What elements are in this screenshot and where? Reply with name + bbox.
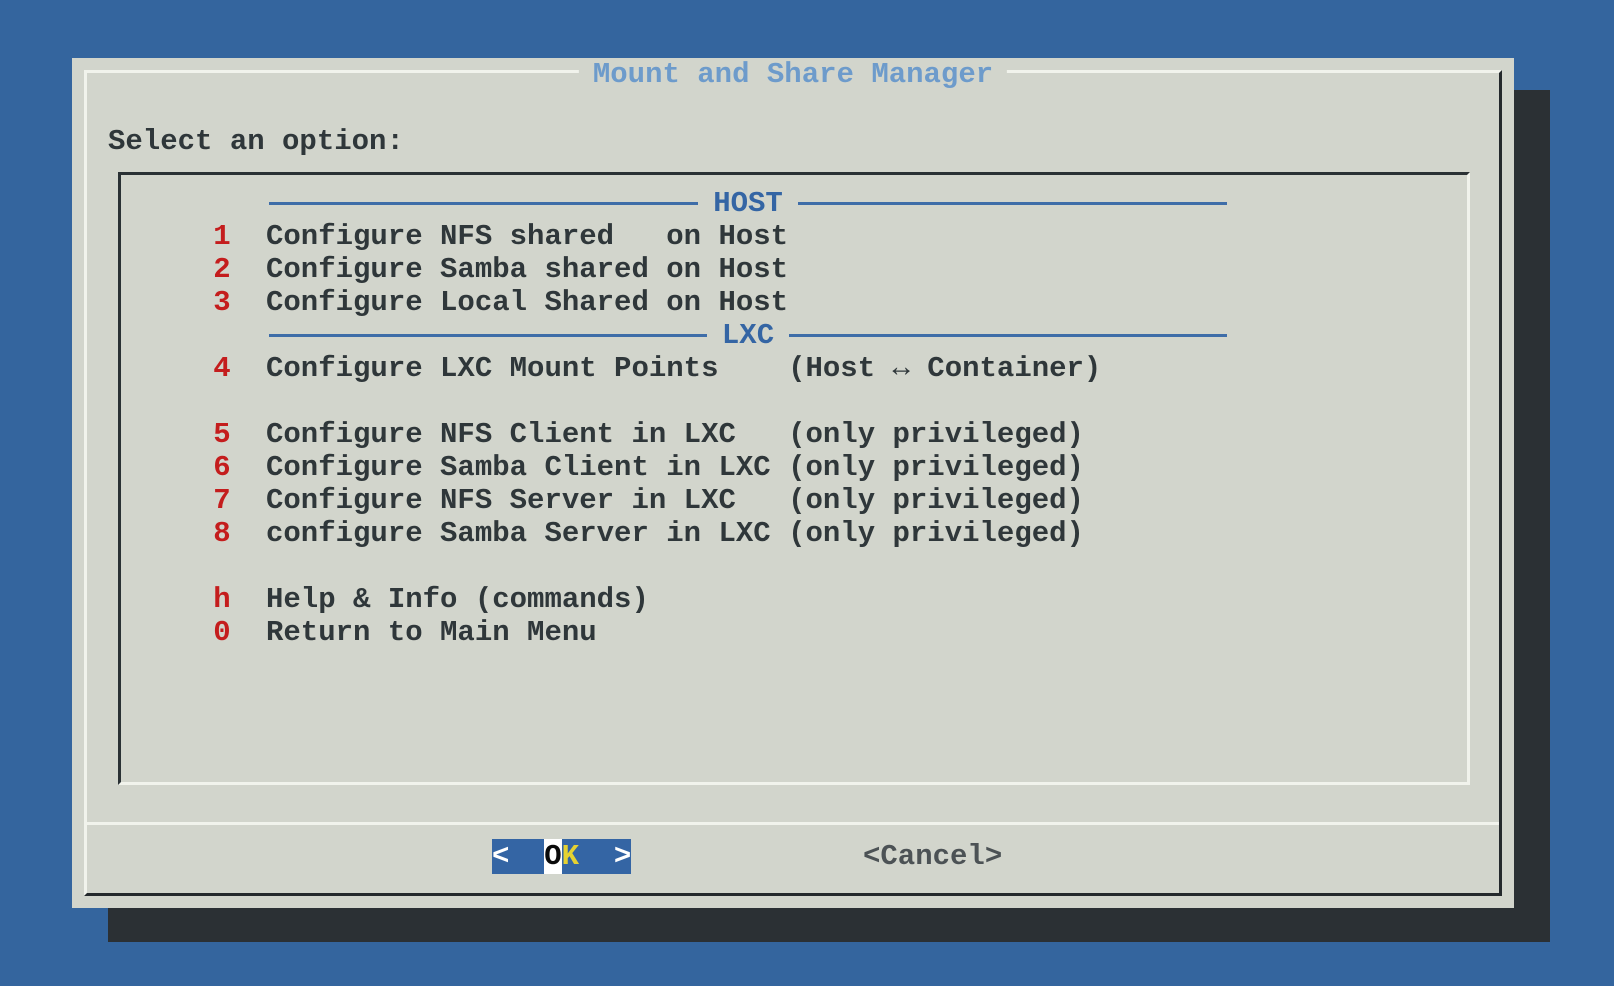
menu-item-tag: 5 <box>213 418 231 451</box>
menu-separator-host: HOST <box>269 187 1227 220</box>
menu-item-0[interactable]: 0 Return to Main Menu <box>121 616 1467 649</box>
menu-item-5[interactable]: 5 Configure NFS Client in LXC (only privi… <box>121 418 1467 451</box>
menu-item-label: configure Samba Server in LXC (only priv… <box>266 517 1084 550</box>
menu-item-label: Configure NFS Client in LXC (only privil… <box>266 418 1084 451</box>
separator-label: HOST <box>698 187 798 220</box>
ok-button[interactable]: < OK > <box>492 839 631 874</box>
menu-item-8[interactable]: 8 configure Samba Server in LXC (only pri… <box>121 517 1467 550</box>
terminal-screen: Mount and Share Manager Select an option… <box>0 0 1614 986</box>
ok-right-bracket: > <box>579 839 631 874</box>
menu-separator-lxc: LXC <box>269 319 1227 352</box>
menu-item-tag: 8 <box>213 517 231 550</box>
separator-line <box>269 334 707 337</box>
menu-item-3[interactable]: 3 Configure Local Shared on Host <box>121 286 1467 319</box>
menu-spacer <box>121 550 1467 583</box>
menu-item-6[interactable]: 6 Configure Samba Client in LXC (only pri… <box>121 451 1467 484</box>
menu-item-tag: 3 <box>213 286 231 319</box>
menu-item-label: Configure Local Shared on Host <box>266 286 788 319</box>
dialog-window: Mount and Share Manager Select an option… <box>72 58 1514 908</box>
menu-item-h[interactable]: h Help & Info (commands) <box>121 583 1467 616</box>
menu-item-tag: 2 <box>213 253 231 286</box>
menu-box: HOST 1 Configure NFS shared on Host 2 Config… <box>118 172 1470 785</box>
menu-item-tag: 6 <box>213 451 231 484</box>
cancel-button[interactable]: <Cancel> <box>863 839 1002 874</box>
menu-item-label: Configure Samba shared on Host <box>266 253 788 286</box>
separator-line <box>269 202 698 205</box>
separator-line <box>798 202 1227 205</box>
separator-label: LXC <box>707 319 789 352</box>
menu-item-label: Configure Samba Client in LXC (only priv… <box>266 451 1084 484</box>
menu-item-tag: 1 <box>213 220 231 253</box>
menu-item-tag: 7 <box>213 484 231 517</box>
separator-line <box>789 334 1227 337</box>
menu-item-label: Help & Info (commands) <box>266 583 649 616</box>
menu-item-label: Configure NFS Server in LXC (only privil… <box>266 484 1084 517</box>
prompt-text: Select an option: <box>108 125 404 158</box>
menu-item-label: Return to Main Menu <box>266 616 597 649</box>
menu-item-1[interactable]: 1 Configure NFS shared on Host <box>121 220 1467 253</box>
menu-item-7[interactable]: 7 Configure NFS Server in LXC (only privi… <box>121 484 1467 517</box>
dialog-title: Mount and Share Manager <box>579 58 1007 91</box>
menu-spacer <box>121 385 1467 418</box>
menu-item-tag: 4 <box>213 352 231 385</box>
ok-left-bracket: < <box>492 839 544 874</box>
menu-list: HOST 1 Configure NFS shared on Host 2 Config… <box>121 187 1467 649</box>
menu-item-label: Configure NFS shared on Host <box>266 220 788 253</box>
button-row-separator <box>87 822 1499 825</box>
menu-item-4[interactable]: 4 Configure LXC Mount Points (Host ↔ Cont… <box>121 352 1467 385</box>
menu-item-tag: 0 <box>213 616 231 649</box>
menu-item-tag: h <box>213 583 231 616</box>
menu-item-2[interactable]: 2 Configure Samba shared on Host <box>121 253 1467 286</box>
menu-item-label: Configure LXC Mount Points (Host ↔ Conta… <box>266 352 1101 385</box>
ok-hotkey-char: K <box>562 839 579 874</box>
ok-cursor-char: O <box>544 839 561 874</box>
